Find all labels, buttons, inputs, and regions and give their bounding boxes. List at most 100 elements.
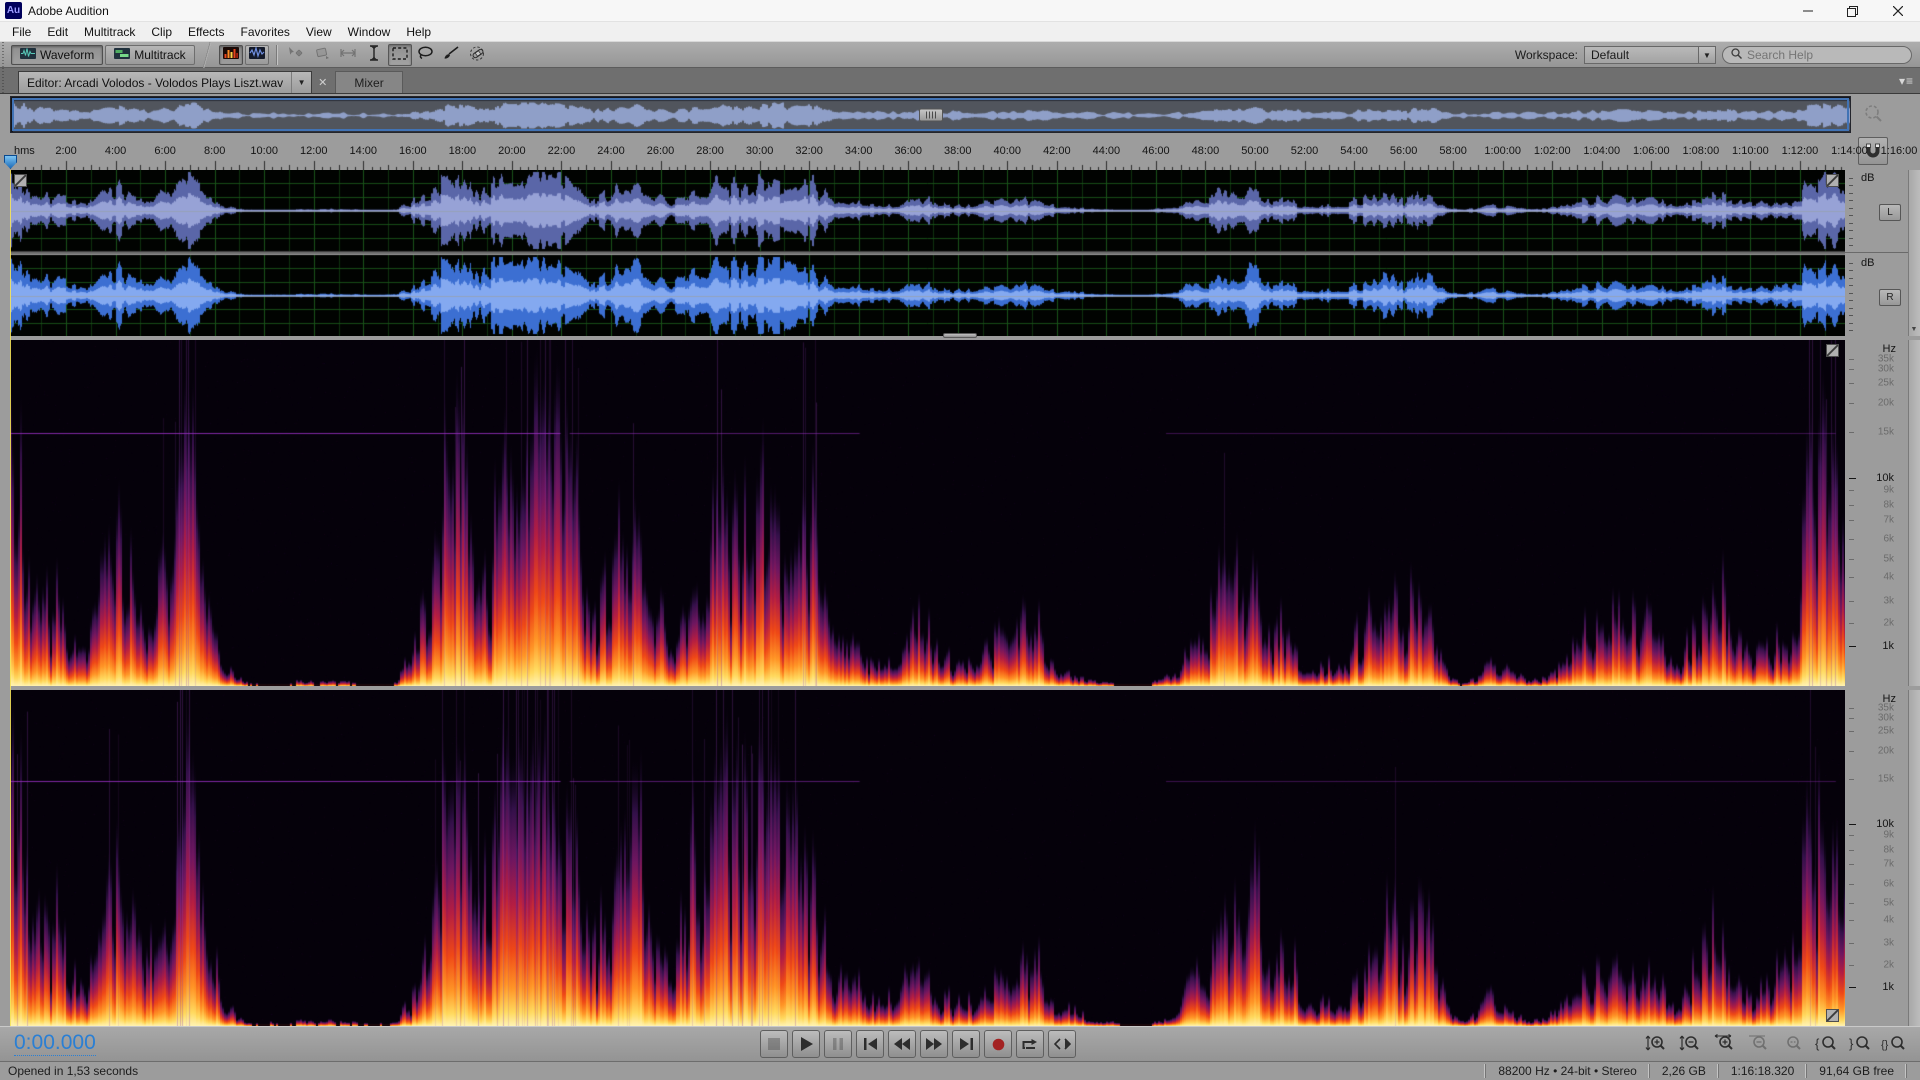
rewind-button[interactable] xyxy=(888,1030,916,1058)
fast-forward-icon xyxy=(926,1038,942,1050)
waveform-view-button[interactable]: Waveform xyxy=(11,45,103,65)
multitrack-view-button[interactable]: Multitrack xyxy=(105,45,194,65)
menu-item-favorites[interactable]: Favorites xyxy=(233,23,298,41)
skip-to-end-button[interactable] xyxy=(952,1030,980,1058)
ruler-label: 1:16:00 xyxy=(1881,145,1918,157)
waveform-canvas[interactable] xyxy=(10,170,1845,336)
vertical-scrollbar[interactable] xyxy=(1908,690,1920,1026)
search-help-input[interactable] xyxy=(1747,48,1903,62)
zoom-in-vertical-icon xyxy=(1645,1034,1667,1054)
playhead-line[interactable] xyxy=(10,170,11,1026)
spectrogram-right-canvas[interactable] xyxy=(10,690,1845,1026)
spectral-display-icon xyxy=(223,47,239,62)
close-icon[interactable] xyxy=(1875,0,1920,22)
fast-forward-button[interactable] xyxy=(920,1030,948,1058)
menu-item-view[interactable]: View xyxy=(298,23,340,41)
spectral-display-button[interactable] xyxy=(219,45,243,65)
menu-item-effects[interactable]: Effects xyxy=(180,23,232,41)
zoom-out-vertical-button[interactable] xyxy=(1678,1033,1702,1055)
skip-selection-button[interactable] xyxy=(1048,1030,1076,1058)
ruler-label: 40:00 xyxy=(994,145,1022,157)
ruler-label: 1:12:00 xyxy=(1782,145,1819,157)
toolbar-grip[interactable] xyxy=(0,42,7,67)
spot-healing-brush-tool[interactable] xyxy=(466,44,490,66)
ruler-label: 30:00 xyxy=(746,145,774,157)
ruler-label: 52:00 xyxy=(1291,145,1319,157)
ruler-label: 50:00 xyxy=(1241,145,1269,157)
frequency-label: 30k xyxy=(1878,363,1894,374)
multitrack-icon xyxy=(114,48,130,62)
vertical-scrollbar[interactable] xyxy=(1908,170,1920,336)
zoom-in-vertical-button[interactable] xyxy=(1644,1033,1668,1055)
ruler-label: 26:00 xyxy=(647,145,675,157)
corner-grip-bottom-right[interactable] xyxy=(1826,1009,1839,1022)
workspace-dropdown[interactable]: Default ▼ xyxy=(1584,46,1716,64)
spectrogram-right-panel[interactable]: Hz35k30k25k20k15k10k9k8k7k6k5k4k3k2k1k xyxy=(0,690,1920,1026)
right-channel-button[interactable]: R xyxy=(1879,289,1901,306)
corner-grip-top-left[interactable] xyxy=(14,174,27,187)
corner-grip-top-right[interactable] xyxy=(1826,344,1839,357)
time-selection-tool[interactable] xyxy=(362,44,386,66)
ruler-label: 1:14:00 xyxy=(1831,145,1868,157)
tab-close-icon[interactable]: ✕ xyxy=(312,76,333,93)
menu-item-edit[interactable]: Edit xyxy=(39,23,76,41)
menu-item-help[interactable]: Help xyxy=(398,23,439,41)
paintbrush-selection-tool[interactable] xyxy=(440,44,464,66)
left-channel-button[interactable]: L xyxy=(1879,204,1901,221)
skip-to-end-icon xyxy=(960,1038,973,1050)
ruler-label: 22:00 xyxy=(548,145,576,157)
menu-item-window[interactable]: Window xyxy=(340,23,399,41)
skip-to-start-button[interactable] xyxy=(856,1030,884,1058)
record-button[interactable] xyxy=(984,1030,1012,1058)
tab-dropdown-icon[interactable]: ▼ xyxy=(291,72,311,93)
frequency-label: 9k xyxy=(1883,830,1894,841)
frequency-label: 8k xyxy=(1883,499,1894,510)
spectrogram-left-panel[interactable]: Hz35k30k25k20k15k10k9k8k7k6k5k4k3k2k1k xyxy=(0,340,1920,686)
minimize-button[interactable] xyxy=(1785,0,1830,22)
loop-playback-icon xyxy=(1022,1038,1038,1051)
tab-mixer[interactable]: Mixer xyxy=(335,71,402,93)
frequency-label: 6k xyxy=(1883,878,1894,889)
db-unit-label: dB xyxy=(1861,172,1874,184)
zoom-selection-button[interactable]: {} xyxy=(1882,1033,1906,1055)
zoom-out-point-button[interactable]: } xyxy=(1848,1033,1872,1055)
svg-text:{: { xyxy=(1815,1036,1820,1051)
tab-editor[interactable]: Editor: Arcadi Volodos - Volodos Plays L… xyxy=(18,71,312,93)
frequency-label: 4k xyxy=(1883,572,1894,583)
panel-menu-icon[interactable]: ▾≡ xyxy=(1899,74,1914,88)
waveform-panel[interactable]: dB LdB R ▼ xyxy=(0,170,1920,340)
menu-item-clip[interactable]: Clip xyxy=(143,23,180,41)
marquee-selection-tool[interactable] xyxy=(388,44,412,66)
vertical-scrollbar[interactable] xyxy=(1908,340,1920,686)
lasso-selection-tool[interactable] xyxy=(414,44,438,66)
ruler-label: 32:00 xyxy=(795,145,823,157)
corner-grip-top-right[interactable] xyxy=(1826,174,1839,187)
time-display[interactable]: 0:00.000 xyxy=(14,1031,96,1056)
search-help-box[interactable] xyxy=(1722,46,1912,64)
tab-bar: Editor: Arcadi Volodos - Volodos Plays L… xyxy=(0,68,1920,94)
timeline-ruler[interactable]: hms 2:004:006:008:0010:0012:0014:0016:00… xyxy=(0,133,1920,170)
zoom-in-horizontal-button[interactable] xyxy=(1712,1033,1736,1055)
chevron-down-icon[interactable]: ▼ xyxy=(1698,47,1715,63)
frequency-label: 1k xyxy=(1882,640,1894,652)
menu-item-file[interactable]: File xyxy=(4,23,39,41)
spectrogram-left-canvas[interactable] xyxy=(10,340,1845,686)
panel-splitter-handle[interactable] xyxy=(943,333,977,338)
frequency-label: 20k xyxy=(1878,398,1894,409)
workspace-label: Workspace: xyxy=(1515,48,1578,62)
overview-grip-handle[interactable] xyxy=(919,108,943,121)
frequency-scale: Hz35k30k25k20k15k10k9k8k7k6k5k4k3k2k1k xyxy=(1845,690,1908,1026)
zoom-reset-icon[interactable] xyxy=(1862,102,1886,129)
zoom-in-point-button[interactable]: { xyxy=(1814,1033,1838,1055)
loop-playback-button[interactable] xyxy=(1016,1030,1044,1058)
play-button[interactable] xyxy=(792,1030,820,1058)
scrollbar-arrow-down-icon[interactable]: ▼ xyxy=(1909,326,1919,334)
slip-tool-icon xyxy=(313,46,331,63)
tabbar-grip[interactable] xyxy=(0,68,7,93)
app-icon: Au xyxy=(5,2,22,19)
waveform-display-button[interactable] xyxy=(245,45,269,65)
zoom-navigator[interactable] xyxy=(10,96,1851,133)
menu-item-multitrack[interactable]: Multitrack xyxy=(76,23,143,41)
restore-button[interactable] xyxy=(1830,0,1875,22)
db-unit-label: dB xyxy=(1861,257,1874,269)
